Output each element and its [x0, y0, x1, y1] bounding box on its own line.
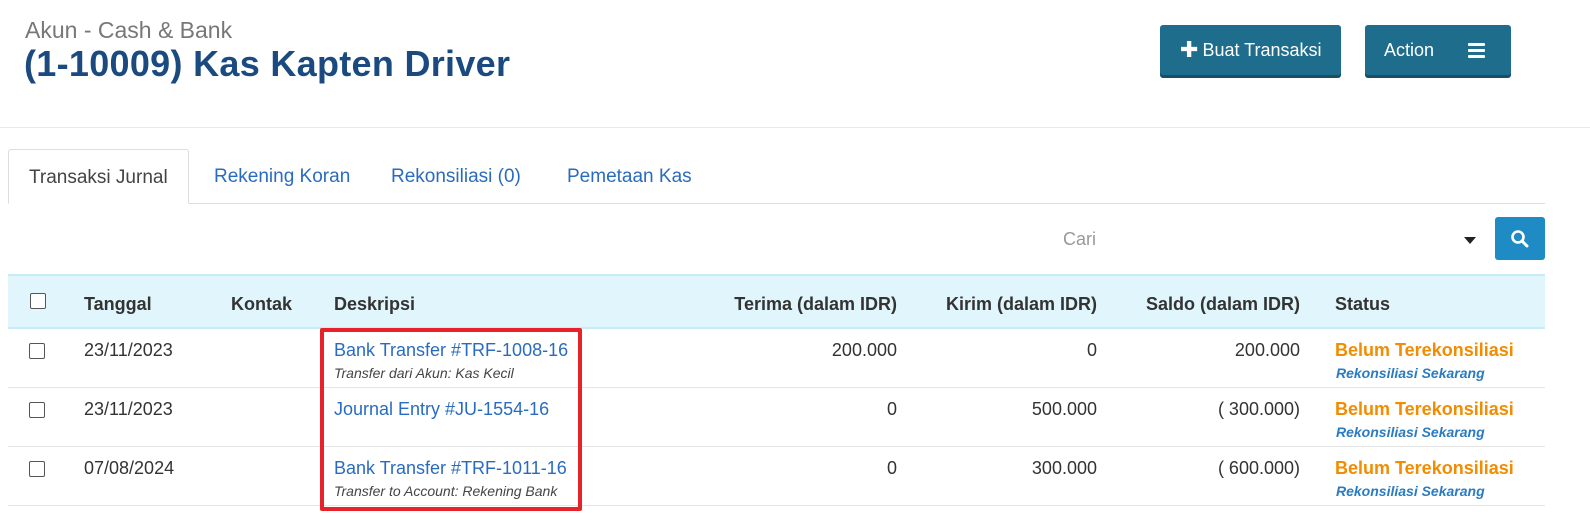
table-row: 23/11/2023 Bank Transfer #TRF-1008-16 Tr…: [8, 329, 1545, 388]
search-button[interactable]: [1495, 217, 1545, 260]
row-balance: 200.000: [1234, 340, 1300, 360]
header-send: Kirim (dalam IDR): [945, 294, 1097, 314]
tab-rekonsiliasi[interactable]: Rekonsiliasi (0): [391, 149, 521, 204]
table-header: Tanggal Kontak Deskripsi Terima (dalam I…: [8, 274, 1545, 329]
header-contact: Kontak: [231, 294, 293, 314]
tab-transaksi-jurnal[interactable]: Transaksi Jurnal: [8, 149, 189, 204]
row-receive: 200.000: [831, 340, 897, 360]
status-badge: Belum Terekonsiliasi: [1335, 340, 1514, 360]
row-date: 23/11/2023: [84, 340, 173, 360]
header-description: Deskripsi: [334, 294, 416, 314]
row-balance: ( 300.000): [1217, 399, 1300, 419]
tab-pemetaan-kas[interactable]: Pemetaan Kas: [567, 149, 692, 204]
row-description-link[interactable]: Bank Transfer #TRF-1011-16: [334, 458, 567, 479]
row-checkbox[interactable]: [29, 402, 45, 418]
status-badge: Belum Terekonsiliasi: [1335, 458, 1514, 478]
search-input[interactable]: [1055, 218, 1488, 260]
tab-bar: Transaksi Jurnal Rekening Koran Rekonsil…: [8, 149, 1545, 204]
row-note: Transfer dari Akun: Kas Kecil: [334, 365, 514, 381]
row-description-link[interactable]: Bank Transfer #TRF-1008-16: [334, 340, 568, 361]
status-badge: Belum Terekonsiliasi: [1335, 399, 1514, 419]
row-send: 0: [1086, 340, 1097, 360]
reconcile-now-link[interactable]: Rekonsiliasi Sekarang: [1336, 483, 1485, 499]
reconcile-now-link[interactable]: Rekonsiliasi Sekarang: [1336, 365, 1485, 381]
create-transaction-button[interactable]: ✚ Buat Transaksi: [1160, 25, 1341, 75]
row-receive: 0: [886, 399, 897, 419]
tab-rekening-koran[interactable]: Rekening Koran: [214, 149, 350, 204]
header-receive: Terima (dalam IDR): [734, 294, 897, 314]
table-row: 07/08/2024 Bank Transfer #TRF-1011-16 Tr…: [8, 447, 1545, 506]
plus-icon: ✚: [1180, 37, 1199, 62]
row-checkbox[interactable]: [29, 461, 45, 477]
table-row: 23/11/2023 Journal Entry #JU-1554-16 0 5…: [8, 388, 1545, 447]
select-all-checkbox[interactable]: [30, 293, 46, 309]
row-date: 23/11/2023: [84, 399, 173, 419]
row-send: 500.000: [1031, 399, 1097, 419]
hamburger-menu-icon: [1468, 43, 1485, 61]
reconcile-now-link[interactable]: Rekonsiliasi Sekarang: [1336, 424, 1485, 440]
caret-down-icon[interactable]: [1464, 237, 1476, 244]
header-date: Tanggal: [84, 294, 152, 314]
row-date: 07/08/2024: [84, 458, 175, 478]
search-icon: [1511, 230, 1529, 248]
header-status: Status: [1335, 294, 1391, 314]
action-button[interactable]: Action: [1365, 25, 1511, 75]
page-header: Akun - Cash & Bank (1-10009) Kas Kapten …: [0, 0, 1590, 128]
create-transaction-label: Buat Transaksi: [1202, 39, 1322, 60]
search-field: [1055, 218, 1488, 260]
row-note: Transfer to Account: Rekening Bank: [334, 483, 558, 499]
row-checkbox[interactable]: [29, 343, 45, 359]
row-send: 300.000: [1031, 458, 1097, 478]
row-receive: 0: [886, 458, 897, 478]
page-title: (1-10009) Kas Kapten Driver: [24, 43, 511, 84]
row-description-link[interactable]: Journal Entry #JU-1554-16: [334, 399, 549, 420]
action-label: Action: [1384, 39, 1435, 60]
header-balance: Saldo (dalam IDR): [1145, 294, 1300, 314]
row-balance: ( 600.000): [1217, 458, 1300, 478]
page-subtitle: Akun - Cash & Bank: [25, 17, 233, 43]
